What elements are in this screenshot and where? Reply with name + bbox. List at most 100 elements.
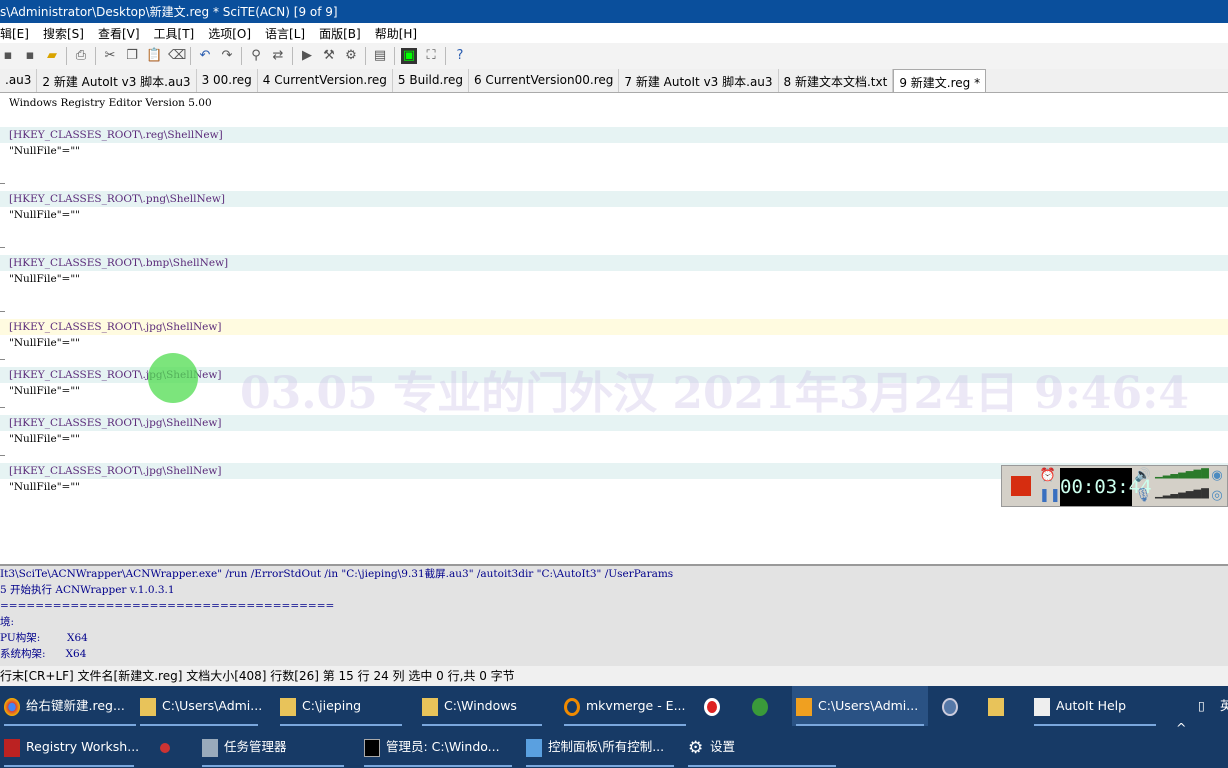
tab-file-9-active[interactable]: 9 新建文.reg * (893, 69, 987, 92)
taskbar-task-manager[interactable]: 任务管理器 (198, 727, 348, 767)
taskbar-label: 管理员: C:\Windo... (386, 739, 500, 754)
app-icon (160, 742, 170, 753)
taskbar-cmd[interactable]: 管理员: C:\Windo... (360, 727, 516, 767)
output-toggle-icon[interactable]: ▣ (401, 48, 417, 64)
separator (95, 47, 96, 65)
save-icon[interactable]: ▪ (0, 48, 16, 64)
taskbar-label: 设置 (710, 739, 736, 754)
menu-options[interactable]: 选项[O] (208, 25, 251, 43)
stop-record-button[interactable] (1011, 476, 1031, 496)
active-indicator (202, 765, 344, 767)
pause-icon[interactable]: ❚❚ (1039, 488, 1061, 506)
help-file-icon (1034, 697, 1050, 716)
taskbar-label: C:\Users\Admi... (162, 698, 263, 713)
active-indicator (1034, 724, 1156, 726)
menu-edit[interactable]: 辑[E] (0, 25, 29, 43)
menu-tools[interactable]: 工具[T] (154, 25, 195, 43)
menu-search[interactable]: 搜索[S] (43, 25, 84, 43)
active-indicator (526, 765, 674, 767)
title-bar: s\Administrator\Desktop\新建文.reg * SciTE(… (0, 0, 1228, 23)
taskbar-app-circle[interactable] (938, 686, 974, 726)
replace-icon[interactable]: ⇄ (270, 48, 286, 64)
fold-marker[interactable] (0, 359, 5, 360)
speaker-icon[interactable]: 🔊 (1134, 468, 1152, 486)
watermark: 03.05 专业的门外汉 2021年3月24日 9:46:4 (240, 368, 1189, 419)
show-desktop-icon[interactable]: ▯ (1194, 686, 1214, 726)
run-icon[interactable]: ▶ (299, 48, 315, 64)
save-all-icon[interactable]: ▪ (22, 48, 38, 64)
compile-icon[interactable]: ⚒ (321, 48, 337, 64)
menu-language[interactable]: 语言[L] (265, 25, 305, 43)
tray-expand-chevron-icon[interactable]: ^ (1172, 708, 1192, 748)
tab-file-6[interactable]: 6 CurrentVersion00.reg (469, 69, 620, 92)
redo-icon[interactable]: ↷ (219, 48, 235, 64)
taskbar-explorer-users[interactable]: C:\Users\Admi... (136, 686, 262, 726)
active-indicator (364, 765, 512, 767)
find-icon[interactable]: ⚲ (248, 48, 264, 64)
fold-marker[interactable] (0, 455, 5, 456)
delete-icon[interactable]: ⌫ (168, 48, 186, 64)
output-line: ====================================== (0, 600, 335, 612)
broadcast-icon[interactable]: ◉ (1208, 468, 1226, 486)
taskbar-explorer-users-active[interactable]: C:\Users\Admi... (792, 686, 928, 726)
cut-icon[interactable]: ✂ (102, 48, 118, 64)
taskbar-recorder[interactable] (700, 686, 736, 726)
taskbar-label: C:\jieping (302, 698, 362, 713)
webcam-icon[interactable]: ◎ (1208, 488, 1226, 506)
build-icon[interactable]: ⚙ (343, 48, 359, 64)
tab-file-5[interactable]: 5 Build.reg (393, 69, 469, 92)
record-timer: 00:03:44 (1060, 468, 1152, 506)
output-line: 5 开始执行 ACNWrapper v.1.0.3.1 (0, 584, 175, 596)
microphone-icon[interactable]: 🎙 (1134, 488, 1152, 506)
active-indicator (280, 724, 402, 726)
tab-file-3[interactable]: 3 00.reg (197, 69, 258, 92)
print-icon[interactable]: ⎙ (73, 48, 89, 64)
taskbar-explorer-jieping[interactable]: C:\jieping (276, 686, 406, 726)
separator (241, 47, 242, 65)
active-indicator (422, 724, 542, 726)
menu-view[interactable]: 查看[V] (98, 25, 140, 43)
tab-file-2[interactable]: 2 新建 AutoIt v3 脚本.au3 (37, 69, 197, 92)
taskbar-chrome[interactable]: 给右键新建.reg... (0, 686, 140, 726)
code-line: [HKEY_CLASSES_ROOT\.bmp\ShellNew] (0, 255, 1228, 271)
taskbar-app-small[interactable] (156, 727, 192, 767)
active-indicator (796, 724, 924, 726)
taskbar-label: Registry Worksh... (26, 739, 140, 754)
open-folder-icon[interactable]: ▰ (44, 48, 60, 64)
taskbar-label: 给右键新建.reg... (26, 698, 125, 713)
taskbar-search-tool[interactable] (984, 686, 1020, 726)
fullscreen-icon[interactable]: ⛶ (423, 48, 439, 64)
paste-icon[interactable]: 📋 (146, 48, 162, 64)
menu-help[interactable]: 帮助[H] (375, 25, 417, 43)
input-method-indicator[interactable]: 英 (1216, 686, 1228, 726)
taskbar-registry-workshop[interactable]: Registry Worksh... (0, 727, 140, 767)
taskbar-mkvmerge[interactable]: mkvmerge - E... (560, 686, 690, 726)
active-indicator (688, 765, 836, 767)
output-line: It3\SciTe\ACNWrapper\ACNWrapper.exe" /ru… (0, 568, 674, 580)
help-icon[interactable]: ? (452, 48, 468, 64)
taskbar-download[interactable] (748, 686, 784, 726)
taskbar-control-panel[interactable]: 控制面板\所有控制... (522, 727, 678, 767)
menu-panel[interactable]: 面版[B] (319, 25, 361, 43)
copy-icon[interactable]: ❐ (124, 48, 140, 64)
output-pane[interactable]: It3\SciTe\ACNWrapper\ACNWrapper.exe" /ru… (0, 564, 1228, 666)
tab-file-8[interactable]: 8 新建文本文档.txt (779, 69, 894, 92)
taskbar-explorer-windows[interactable]: C:\Windows (418, 686, 546, 726)
tab-file-7[interactable]: 7 新建 AutoIt v3 脚本.au3 (619, 69, 779, 92)
fold-marker[interactable] (0, 183, 5, 184)
mic-volume-bars[interactable]: ▁▂▃▄▅▆▇ (1155, 488, 1209, 506)
taskbar-settings[interactable]: ⚙ 设置 (684, 727, 840, 767)
fold-marker[interactable] (0, 247, 5, 248)
window-title: s\Administrator\Desktop\新建文.reg * SciTE(… (0, 5, 338, 19)
tab-file-4[interactable]: 4 CurrentVersion.reg (258, 69, 393, 92)
alarm-clock-icon[interactable]: ⏰ (1039, 468, 1057, 486)
fold-marker[interactable] (0, 407, 5, 408)
control-panel-icon (526, 738, 542, 757)
speaker-volume-bars[interactable]: ▁▂▃▄▅▆▇ (1155, 468, 1209, 486)
code-line: "NullFile"="" (9, 273, 80, 285)
fold-marker[interactable] (0, 311, 5, 312)
undo-icon[interactable]: ↶ (197, 48, 213, 64)
tab-file-1[interactable]: .au3 (0, 69, 38, 92)
properties-icon[interactable]: ▤ (372, 48, 388, 64)
taskbar-autoit-help[interactable]: AutoIt Help (1030, 686, 1160, 726)
